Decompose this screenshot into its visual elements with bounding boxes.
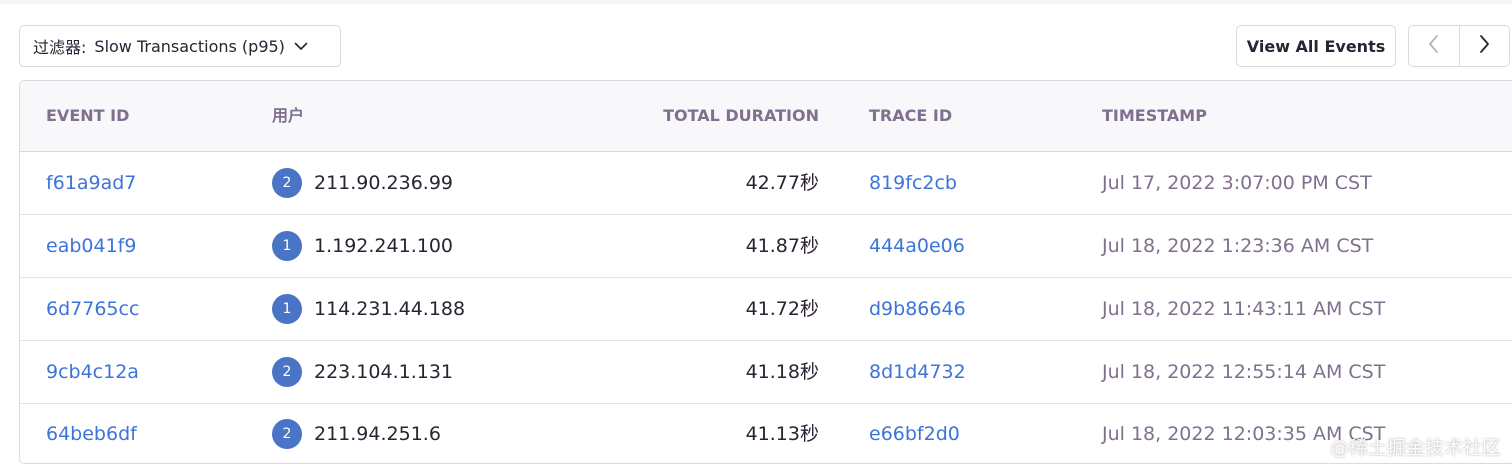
user-cell: 2 211.94.251.6	[272, 403, 441, 463]
event-id-link[interactable]: eab041f9	[46, 215, 136, 277]
user-count-badge: 2	[272, 419, 302, 449]
chevron-left-icon	[1426, 33, 1442, 59]
total-duration: 41.72秒	[745, 298, 819, 320]
user-ip: 1.192.241.100	[314, 235, 454, 257]
timestamp: Jul 18, 2022 1:23:36 AM CST	[1102, 235, 1374, 257]
header-total-duration[interactable]: TOTAL DURATION	[620, 81, 819, 151]
user-count-badge: 2	[272, 357, 302, 387]
table-row: eab041f9 1 1.192.241.100 41.87秒 444a0e06…	[20, 215, 1512, 278]
chevron-down-icon	[293, 38, 309, 54]
previous-page-button[interactable]	[1409, 26, 1460, 66]
user-cell: 1 1.192.241.100	[272, 215, 453, 277]
timestamp: Jul 18, 2022 11:43:11 AM CST	[1102, 298, 1386, 320]
user-ip: 211.94.251.6	[314, 423, 441, 445]
event-id-link[interactable]: f61a9ad7	[46, 152, 136, 214]
next-page-button[interactable]	[1460, 26, 1510, 66]
total-duration: 41.87秒	[745, 235, 819, 257]
user-cell: 2 223.104.1.131	[272, 341, 453, 403]
table-row: 6d7765cc 1 114.231.44.188 41.72秒 d9b8664…	[20, 278, 1512, 341]
top-band	[0, 0, 1512, 4]
header-trace-id[interactable]: TRACE ID	[869, 81, 952, 151]
total-duration: 41.18秒	[745, 361, 819, 383]
user-ip: 223.104.1.131	[314, 361, 454, 383]
timestamp: Jul 18, 2022 12:55:14 AM CST	[1102, 361, 1386, 383]
header-user[interactable]: 用户	[272, 81, 304, 151]
filter-dropdown[interactable]: 过滤器: Slow Transactions (p95)	[19, 25, 341, 67]
user-ip: 114.231.44.188	[314, 298, 466, 320]
table-header: EVENT ID 用户 TOTAL DURATION TRACE ID TIME…	[20, 81, 1512, 152]
view-all-events-button[interactable]: View All Events	[1236, 25, 1396, 67]
event-id-link[interactable]: 6d7765cc	[46, 278, 139, 340]
user-count-badge: 1	[272, 231, 302, 261]
table-row: 9cb4c12a 2 223.104.1.131 41.18秒 8d1d4732…	[20, 341, 1512, 404]
total-duration: 42.77秒	[745, 172, 819, 194]
user-ip: 211.90.236.99	[314, 172, 454, 194]
chevron-right-icon	[1476, 33, 1492, 59]
pagination	[1408, 25, 1510, 67]
event-id-link[interactable]: 64beb6df	[46, 403, 137, 463]
timestamp: Jul 17, 2022 3:07:00 PM CST	[1102, 172, 1372, 194]
trace-id-link[interactable]: e66bf2d0	[869, 403, 960, 463]
trace-id-link[interactable]: 444a0e06	[869, 215, 965, 277]
user-count-badge: 1	[272, 294, 302, 324]
table-row: 64beb6df 2 211.94.251.6 41.13秒 e66bf2d0 …	[20, 403, 1512, 463]
filter-value-label: Slow Transactions (p95)	[94, 36, 285, 56]
events-table: EVENT ID 用户 TOTAL DURATION TRACE ID TIME…	[19, 80, 1512, 464]
user-cell: 1 114.231.44.188	[272, 278, 465, 340]
header-event-id[interactable]: EVENT ID	[46, 81, 129, 151]
user-count-badge: 2	[272, 168, 302, 198]
table-row: f61a9ad7 2 211.90.236.99 42.77秒 819fc2cb…	[20, 152, 1512, 215]
total-duration: 41.13秒	[745, 423, 819, 445]
watermark: @稀土掘金技术社区	[1330, 437, 1502, 459]
filter-prefix-label: 过滤器:	[33, 38, 87, 57]
trace-id-link[interactable]: 8d1d4732	[869, 341, 966, 403]
event-id-link[interactable]: 9cb4c12a	[46, 341, 139, 403]
trace-id-link[interactable]: d9b86646	[869, 278, 966, 340]
trace-id-link[interactable]: 819fc2cb	[869, 152, 957, 214]
header-timestamp[interactable]: TIMESTAMP	[1102, 81, 1207, 151]
user-cell: 2 211.90.236.99	[272, 152, 453, 214]
